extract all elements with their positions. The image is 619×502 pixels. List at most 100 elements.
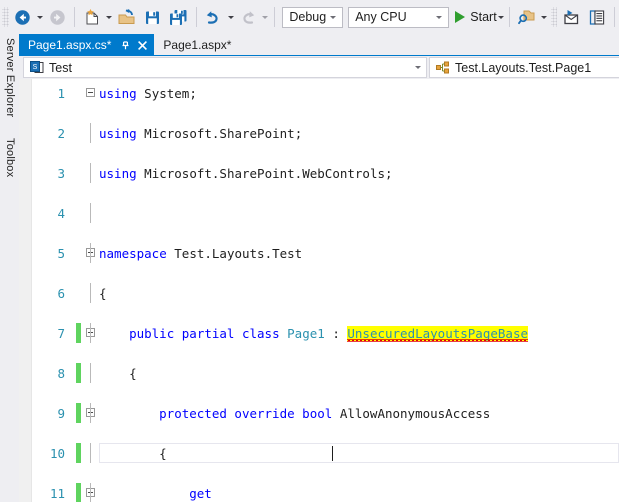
code-line[interactable]: 7 public partial class Page1 : UnsecuredL… — [19, 323, 619, 343]
code-token: Test.Layouts.Test — [174, 245, 303, 261]
code-token: { — [99, 285, 107, 301]
pin-icon[interactable] — [118, 37, 133, 53]
code-line[interactable]: 5 namespace Test.Layouts.Test — [19, 243, 619, 263]
navbar-type-dropdown[interactable]: Test.Layouts.Test.Page1 — [429, 57, 619, 78]
start-debug-label: Start — [470, 10, 497, 24]
outlining-guide — [90, 323, 91, 343]
play-icon — [455, 11, 466, 23]
start-debug-dropdown[interactable] — [497, 5, 506, 29]
code-text: { — [99, 283, 107, 303]
comment-selection-icon[interactable] — [558, 5, 584, 29]
standard-toolbar: Debug Any CPU Start — [0, 0, 619, 34]
code-token: System — [144, 85, 190, 101]
code-line[interactable]: 3 using Microsoft.SharePoint.WebControls; — [19, 163, 619, 183]
document-tab-page1-aspx-cs[interactable]: Page1.aspx.cs* — [19, 34, 155, 56]
sidebar-tab-server-explorer[interactable]: Server Explorer — [0, 38, 19, 133]
code-token: Microsoft.SharePoint.WebControls — [144, 165, 385, 181]
code-token: override — [234, 405, 295, 421]
code-line[interactable]: 9 protected override bool AllowAnonymousA… — [19, 403, 619, 423]
change-indicator-green — [76, 483, 81, 502]
chevron-down-icon — [432, 15, 446, 19]
toolbar-grip-2[interactable] — [550, 7, 558, 27]
close-icon[interactable] — [135, 37, 150, 53]
outlining-guide — [90, 363, 91, 383]
solution-platform-value: Any CPU — [355, 10, 407, 24]
line-number: 10 — [49, 445, 65, 461]
line-number: 2 — [57, 125, 65, 141]
save-all-icon[interactable] — [166, 5, 192, 29]
new-item-icon[interactable] — [79, 5, 105, 29]
properties-window-icon[interactable] — [584, 5, 610, 29]
undo-icon[interactable] — [200, 5, 226, 29]
navbar-project-dropdown[interactable]: S Test — [23, 57, 427, 78]
code-token: { — [129, 365, 137, 381]
csharp-project-icon: S — [28, 61, 45, 74]
toolbar-grip[interactable] — [2, 7, 9, 27]
outlining-guide — [90, 123, 91, 143]
highlighted-symbol[interactable]: UnsecuredLayoutsPageBase — [347, 325, 528, 342]
code-token: ; — [294, 125, 303, 141]
code-text: using System; — [99, 83, 197, 103]
code-line[interactable]: 8{ — [19, 363, 619, 383]
code-line[interactable]: 11 get — [19, 483, 619, 502]
document-tab-page1-aspx[interactable]: Page1.aspx* — [154, 34, 244, 56]
code-token: AllowAnonymousAccess — [339, 405, 491, 421]
code-line[interactable]: 6{ — [19, 283, 619, 303]
toolbar-separator-5 — [614, 7, 615, 27]
toolbar-separator-3 — [273, 7, 275, 27]
outlining-guide — [90, 203, 91, 223]
code-token: using — [99, 125, 137, 141]
line-number: 8 — [57, 365, 65, 381]
chevron-down-icon — [326, 15, 340, 19]
code-token: bool — [302, 405, 333, 421]
document-tab-label: Page1.aspx.cs* — [28, 38, 112, 52]
change-indicator-green — [76, 323, 81, 343]
chevron-down-icon — [410, 66, 426, 69]
outlining-guide — [90, 443, 91, 463]
editor-navigation-bar: S Test Test.Layouts.Test.Page1 — [19, 56, 619, 79]
solution-configuration-dropdown[interactable]: Debug — [282, 6, 344, 28]
change-indicator-green — [76, 363, 81, 383]
start-debug-button[interactable]: Start — [455, 5, 497, 29]
collapse-region-icon[interactable] — [86, 88, 95, 97]
outlining-guide — [90, 163, 91, 183]
code-text: get — [189, 483, 212, 502]
line-number: 3 — [57, 165, 65, 181]
code-token: ; — [189, 85, 197, 101]
navigate-backward-dropdown[interactable] — [36, 5, 45, 29]
navigate-forward-icon — [44, 5, 70, 29]
code-token: Microsoft.SharePoint — [144, 125, 295, 141]
open-file-icon[interactable] — [114, 5, 140, 29]
code-text: using Microsoft.SharePoint.WebControls; — [99, 163, 393, 183]
toolbar-separator — [74, 7, 75, 27]
undo-dropdown[interactable] — [226, 5, 235, 29]
solution-platform-dropdown[interactable]: Any CPU — [348, 6, 450, 28]
code-editor[interactable]: 1 using System; 2 using Microsoft.SharePoin… — [19, 79, 619, 502]
navigate-backward-icon[interactable] — [10, 5, 36, 29]
left-dock-strip: Server Explorer Toolbox — [0, 34, 20, 502]
code-token: protected — [159, 405, 227, 421]
change-indicator-green — [76, 403, 81, 423]
navbar-project-value: Test — [49, 60, 72, 75]
code-token: partial — [181, 325, 235, 341]
line-number: 11 — [49, 485, 65, 501]
code-line[interactable]: 4 — [19, 203, 619, 223]
current-line-highlight — [99, 443, 619, 463]
find-in-files-icon[interactable] — [514, 5, 540, 29]
code-line[interactable]: 1 using System; — [19, 83, 619, 103]
line-number: 5 — [57, 245, 65, 261]
code-token: get — [189, 485, 212, 501]
sidebar-tab-toolbox[interactable]: Toolbox — [0, 138, 19, 194]
line-number: 4 — [57, 205, 65, 221]
code-token: ; — [385, 165, 393, 181]
save-icon[interactable] — [140, 5, 166, 29]
find-in-files-dropdown[interactable] — [540, 5, 549, 29]
new-item-dropdown[interactable] — [105, 5, 114, 29]
text-caret — [332, 446, 334, 461]
code-line[interactable]: 2 using Microsoft.SharePoint; — [19, 123, 619, 143]
solution-configuration-value: Debug — [289, 10, 327, 24]
